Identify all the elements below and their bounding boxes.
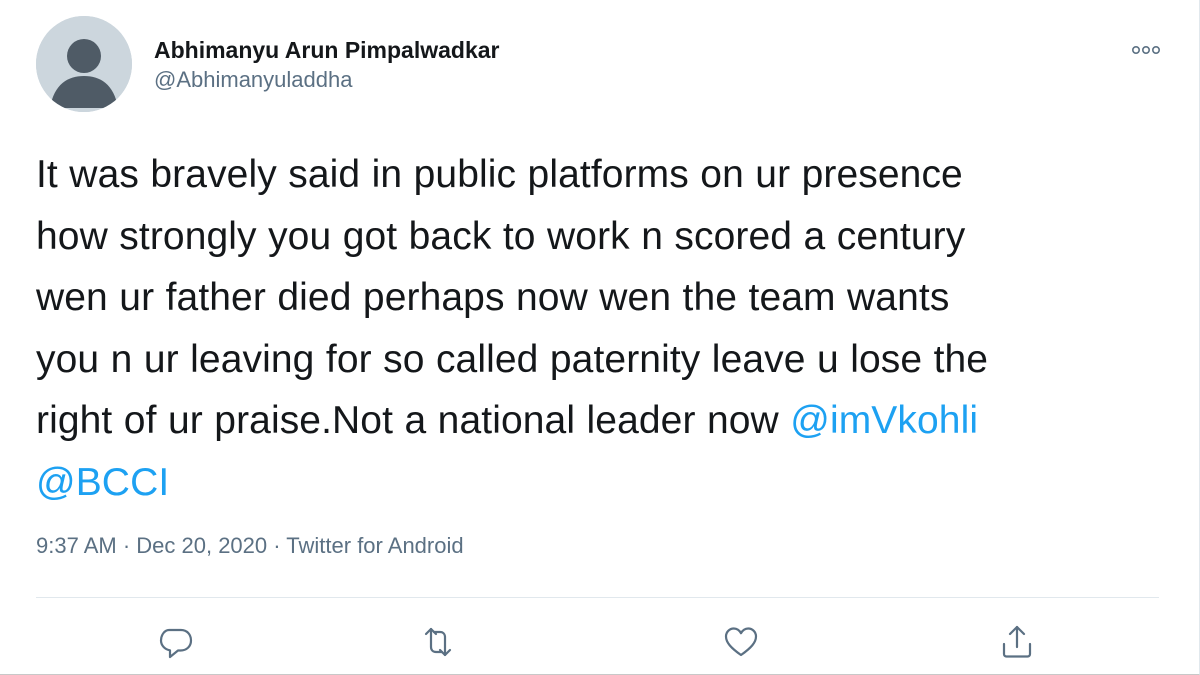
tweet-text-line-mention: @BCCI	[36, 452, 1160, 514]
like-icon[interactable]	[719, 620, 763, 664]
author-names: Abhimanyu Arun Pimpalwadkar @Abhimanyula…	[154, 36, 500, 94]
display-name[interactable]: Abhimanyu Arun Pimpalwadkar	[154, 36, 500, 64]
share-icon[interactable]	[995, 620, 1039, 664]
tweet-text: It was bravely said in public platforms …	[36, 144, 1160, 513]
more-options-icon[interactable]	[1129, 40, 1163, 60]
reply-icon[interactable]	[154, 620, 198, 664]
tweet-text-line-with-mention: right of ur praise.Not a national leader…	[36, 390, 1160, 452]
tweet-timestamp-source[interactable]: 9:37 AM · Dec 20, 2020 · Twitter for And…	[36, 531, 464, 561]
mention-link-imvkohli[interactable]: @imVkohli	[790, 399, 978, 442]
user-handle[interactable]: @Abhimanyuladdha	[154, 66, 500, 94]
divider	[36, 597, 1159, 598]
tweet-text-line: you n ur leaving for so called paternity…	[36, 337, 989, 381]
tweet-text-line: right of ur praise.Not a national leader…	[36, 399, 791, 442]
mention-link-bcci[interactable]: @BCCI	[36, 461, 169, 504]
tweet-header: Abhimanyu Arun Pimpalwadkar @Abhimanyula…	[36, 16, 1163, 116]
avatar[interactable]	[36, 16, 132, 112]
default-profile-icon	[36, 16, 132, 112]
tweet-text-line: It was bravely said in public platforms …	[36, 153, 963, 196]
tweet-actions	[0, 620, 1200, 670]
tweet-text-line: how strongly you got back to work n scor…	[36, 214, 966, 258]
tweet-text-line: wen ur father died perhaps now wen the t…	[36, 276, 950, 319]
tweet-card: Abhimanyu Arun Pimpalwadkar @Abhimanyula…	[0, 0, 1200, 675]
retweet-icon[interactable]	[416, 620, 460, 664]
